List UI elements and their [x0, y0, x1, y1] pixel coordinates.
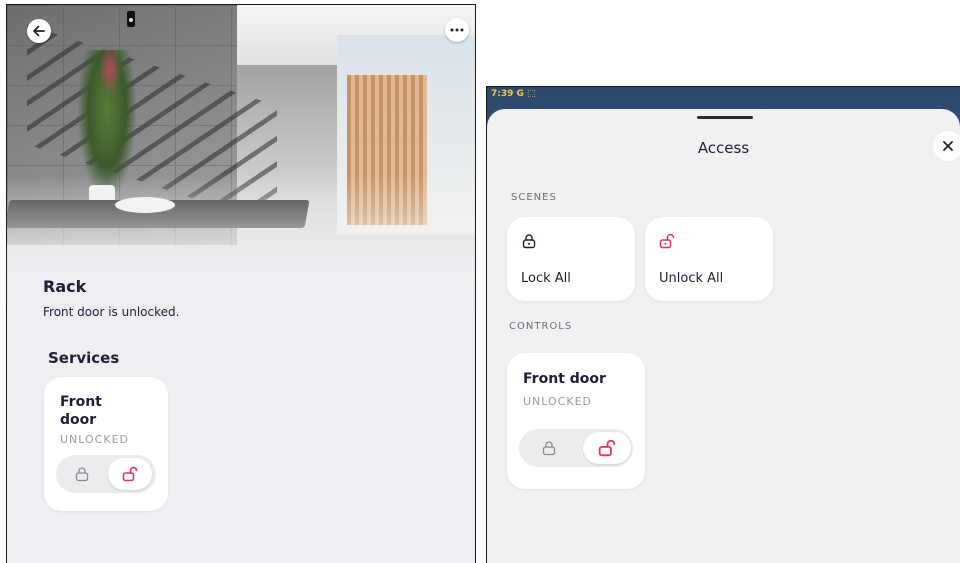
close-icon [943, 141, 953, 151]
more-horizontal-icon [450, 28, 464, 32]
sheet-title: Access [697, 139, 750, 157]
lock-button[interactable] [62, 458, 102, 490]
lock-icon [542, 441, 556, 456]
bottom-sheet: Access SCENES Lock All Unlock All CONTRO [487, 109, 960, 563]
lock-icon [522, 234, 536, 249]
lock-toggle[interactable] [56, 455, 156, 493]
ceiling-camera-graphic [127, 11, 135, 27]
scene-label: Lock All [521, 271, 571, 286]
access-sheet-screen: 7:39 G ⬚ Access SCENES Lock All Unlock A… [486, 86, 960, 563]
room-detail-screen: Rack Front door is unlocked. Services Fr… [6, 4, 476, 563]
room-name: Rack [43, 277, 87, 296]
controls-section-label: CONTROLS [509, 321, 573, 332]
unlock-button[interactable] [108, 458, 152, 490]
lock-icon [75, 467, 89, 482]
unlock-button[interactable] [583, 432, 631, 464]
status-bar: 7:39 G ⬚ [491, 89, 536, 99]
lock-toggle[interactable] [519, 429, 633, 467]
unlock-icon [659, 233, 675, 249]
scene-unlock-all[interactable]: Unlock All [645, 217, 773, 301]
scene-label: Unlock All [659, 271, 724, 286]
room-status-text: Front door is unlocked. [43, 305, 180, 319]
unlock-icon [598, 439, 616, 457]
status-time: 7:39 [491, 89, 514, 99]
status-indicators: G ⬚ [516, 89, 536, 99]
back-button[interactable] [27, 19, 51, 43]
unlock-icon [122, 466, 138, 482]
scene-lock-all[interactable]: Lock All [507, 217, 635, 301]
services-heading: Services [48, 349, 120, 367]
arrow-left-icon [33, 25, 45, 37]
control-state: UNLOCKED [523, 395, 592, 408]
service-name: Front door [60, 394, 102, 428]
control-tile-front-door[interactable]: Front door UNLOCKED [507, 353, 645, 489]
lock-button[interactable] [529, 432, 569, 464]
sheet-drag-handle[interactable] [697, 116, 753, 119]
service-tile-front-door[interactable]: Front door UNLOCKED [44, 377, 168, 511]
more-options-button[interactable] [445, 18, 469, 42]
close-button[interactable] [933, 131, 960, 161]
service-state: UNLOCKED [60, 433, 129, 446]
control-name: Front door [523, 371, 606, 387]
scenes-section-label: SCENES [511, 192, 557, 203]
